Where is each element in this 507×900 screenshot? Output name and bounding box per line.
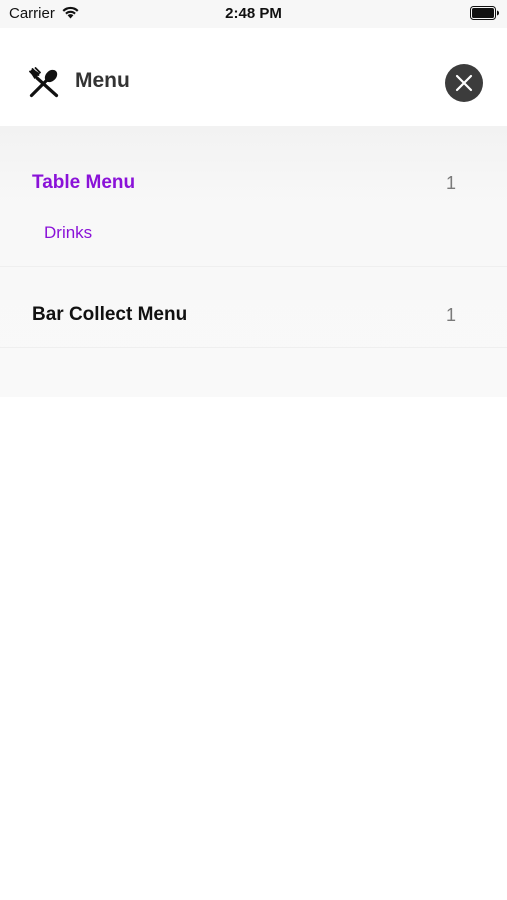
- status-time: 2:48 PM: [225, 5, 282, 22]
- battery-icon: [470, 6, 499, 20]
- menu-section-count: 1: [445, 173, 456, 193]
- menu-list: Table Menu 1 Drinks Bar Collect Menu 1: [0, 126, 507, 397]
- close-button[interactable]: [445, 64, 483, 102]
- section-divider: [0, 347, 507, 348]
- page-title: Menu: [75, 69, 130, 92]
- menu-header: Menu: [0, 36, 507, 126]
- menu-section-table-menu[interactable]: Table Menu 1 Drinks: [0, 126, 507, 266]
- menu-section-bar-collect-menu[interactable]: Bar Collect Menu 1: [0, 267, 507, 347]
- menu-section-title: Bar Collect Menu: [32, 304, 188, 325]
- status-bar: Carrier 2:48 PM: [0, 0, 507, 28]
- close-icon: [455, 74, 473, 92]
- menu-section-title: Table Menu: [32, 172, 136, 193]
- menu-item-drinks[interactable]: Drinks: [44, 223, 92, 243]
- utensils-icon: [29, 67, 59, 98]
- menu-section-count: 1: [445, 305, 456, 325]
